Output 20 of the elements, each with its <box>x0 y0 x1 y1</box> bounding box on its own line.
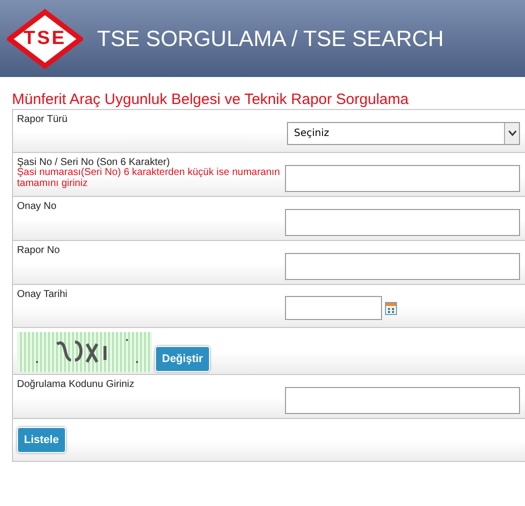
caret-icon <box>504 122 519 144</box>
date-field[interactable] <box>285 296 382 320</box>
calendar-icon[interactable] <box>385 302 397 314</box>
input-field[interactable] <box>285 165 520 192</box>
site-title: TSE SORGULAMA / TSE SEARCH <box>97 26 444 52</box>
field-label: Rapor Türü <box>17 114 68 125</box>
field-label: Onay Tarihi <box>17 289 68 300</box>
field-label: Doğrulama Kodunu Giriniz <box>17 379 136 390</box>
logo: TSE <box>7 8 83 68</box>
field-label: Onay No <box>17 201 58 212</box>
list-button[interactable]: Listele <box>17 427 66 453</box>
page-title: Münferit Araç Uygunluk Belgesi ve Teknik Rapor Sorgulama <box>12 91 410 108</box>
field-label: Rapor No <box>17 245 61 256</box>
field-label: Şasi No / Seri No (Son 6 Karakter) <box>17 157 170 168</box>
change-button[interactable]: Değiştir <box>155 346 210 372</box>
input-field[interactable] <box>285 387 520 414</box>
hint-text: Şasi numarası(Seri No) 6 karakterden küçük ise numaranın tamamını giriniz <box>17 168 281 189</box>
input-field[interactable] <box>285 253 520 280</box>
report-type-dropdown[interactable]: Seçiniz <box>287 122 520 144</box>
input-field[interactable] <box>285 209 520 236</box>
